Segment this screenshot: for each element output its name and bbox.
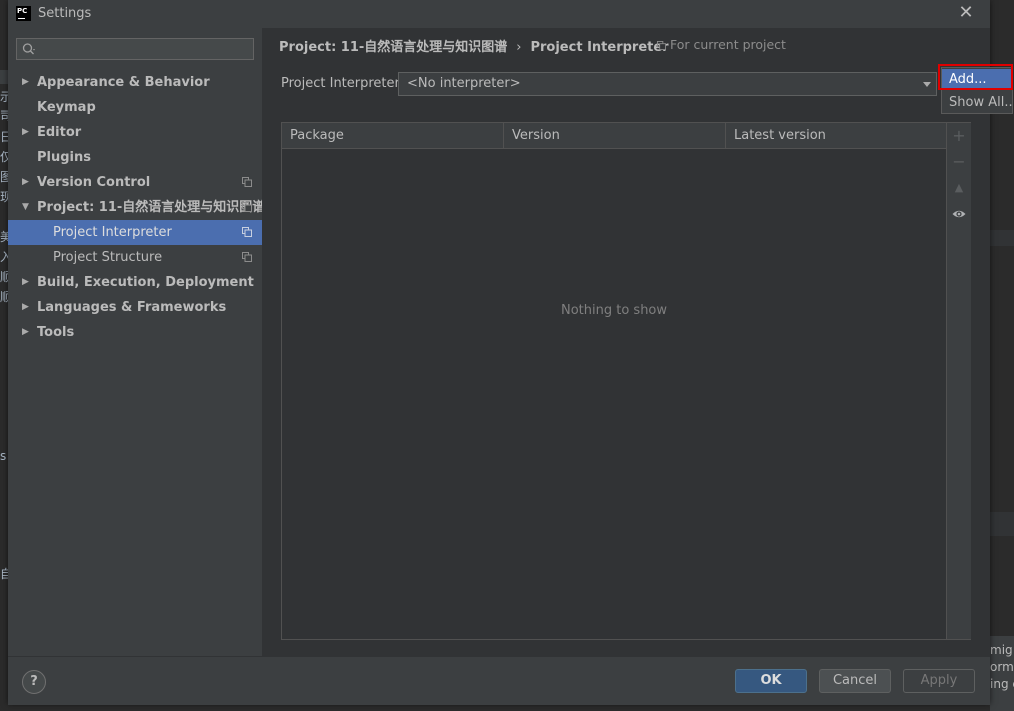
background-text: 日 [0,130,8,144]
help-icon: ? [30,674,38,689]
background-text: s [0,449,7,463]
help-button[interactable]: ? [22,670,46,694]
remove-package-button[interactable]: − [951,154,967,170]
background-text: 美 [0,230,8,244]
expand-arrow-icon: ▶ [22,177,29,187]
expand-arrow-icon: ▶ [22,302,29,312]
expand-arrow-icon: ▶ [22,77,29,87]
expand-arrow-icon: ▶ [22,277,29,287]
background-text: ing c [990,677,1014,691]
package-toolbar: + − ▲ [946,123,971,639]
settings-dialog: PC Settings ✕ ▶ Appearance & Behavior Ke… [8,0,990,705]
expand-arrow-icon: ▶ [22,327,29,337]
background-text: 示 [0,90,8,104]
background-text: 入 [0,250,8,264]
project-interpreter-value: <No interpreter> [407,76,521,91]
sidebar-item-editor[interactable]: ▶ Editor [8,120,262,145]
table-header: Package Version Latest version [282,123,946,149]
sidebar-item-appearance-behavior[interactable]: ▶ Appearance & Behavior [8,70,262,95]
menu-item-add[interactable]: Add... [942,69,1012,90]
minus-icon: − [952,152,966,171]
project-scope-icon [242,227,252,237]
pycharm-logo-icon: PC [16,6,31,21]
settings-sidebar: ▶ Appearance & Behavior Keymap ▶ Editor … [8,28,265,656]
apply-button[interactable]: Apply [903,669,975,693]
background-text: mig [990,643,1013,657]
column-header-version[interactable]: Version [503,123,725,148]
sidebar-item-keymap[interactable]: Keymap [8,95,262,120]
project-scope-icon [242,202,252,212]
project-interpreter-dropdown[interactable]: <No interpreter> [398,72,937,96]
breadcrumb-separator: › [516,40,522,55]
sidebar-item-project[interactable]: ▼ Project: 11-自然语言处理与知识图谱 [8,195,265,220]
interpreter-options-popup: Add... Show All... [941,67,1014,114]
sidebar-item-build-execution-deployment[interactable]: ▶ Build, Execution, Deployment [8,270,262,295]
for-current-project-note: For current project [657,37,786,52]
background-text: 现 [0,190,8,204]
background-ide-bar [990,512,1014,536]
background-ide-bar [990,230,1014,246]
column-header-latest-version[interactable]: Latest version [725,123,946,148]
close-icon: ✕ [958,2,974,23]
chevron-down-icon [923,82,931,87]
search-icon [22,43,35,55]
menu-item-show-all[interactable]: Show All... [942,92,1014,113]
sidebar-item-project-structure[interactable]: Project Structure [8,245,262,270]
upgrade-package-button[interactable]: ▲ [951,180,967,196]
expand-arrow-icon: ▶ [22,127,29,137]
background-text: 司 [0,109,8,123]
close-button[interactable]: ✕ [956,3,976,23]
breadcrumb-page: Project Interpreter [530,40,669,55]
plus-icon: + [952,126,966,145]
cancel-button[interactable]: Cancel [819,669,891,693]
sidebar-item-tools[interactable]: ▶ Tools [8,320,262,345]
settings-content: Project: 11-自然语言处理与知识图谱 › Project Interpre… [262,28,990,656]
add-package-button[interactable]: + [951,128,967,144]
search-input[interactable] [16,38,254,60]
window-title: Settings [38,6,92,21]
background-text: 自 [0,567,8,581]
empty-table-message: Nothing to show [560,303,668,318]
collapse-arrow-icon: ▼ [22,202,29,212]
ok-button[interactable]: OK [735,669,807,693]
background-text: 顺 [0,290,8,304]
packages-table: Package Version Latest version Nothing t… [281,122,971,640]
show-early-releases-button[interactable] [951,206,967,222]
title-bar: PC Settings ✕ [8,0,990,28]
breadcrumb-project: Project: 11-自然语言处理与知识图谱 [279,40,508,55]
eye-icon [952,210,966,218]
background-text: orma [990,660,1014,674]
background-text: 图 [0,170,8,184]
project-interpreter-label: Project Interpreter: [281,76,405,91]
background-text: 仅 [0,150,8,164]
project-scope-icon [657,41,666,50]
sidebar-item-project-interpreter[interactable]: Project Interpreter [8,220,262,245]
dialog-footer: ? OK Cancel Apply [8,656,990,705]
background-text: 顺 [0,270,8,284]
column-header-package[interactable]: Package [282,123,503,148]
sidebar-item-plugins[interactable]: Plugins [8,145,262,170]
sidebar-item-version-control[interactable]: ▶ Version Control [8,170,262,195]
project-scope-icon [242,177,252,187]
triangle-up-icon: ▲ [954,181,964,194]
sidebar-item-languages-frameworks[interactable]: ▶ Languages & Frameworks [8,295,262,320]
breadcrumb: Project: 11-自然语言处理与知识图谱 › Project Interpre… [279,36,669,55]
background-ide-bar [0,70,8,84]
project-scope-icon [242,252,252,262]
